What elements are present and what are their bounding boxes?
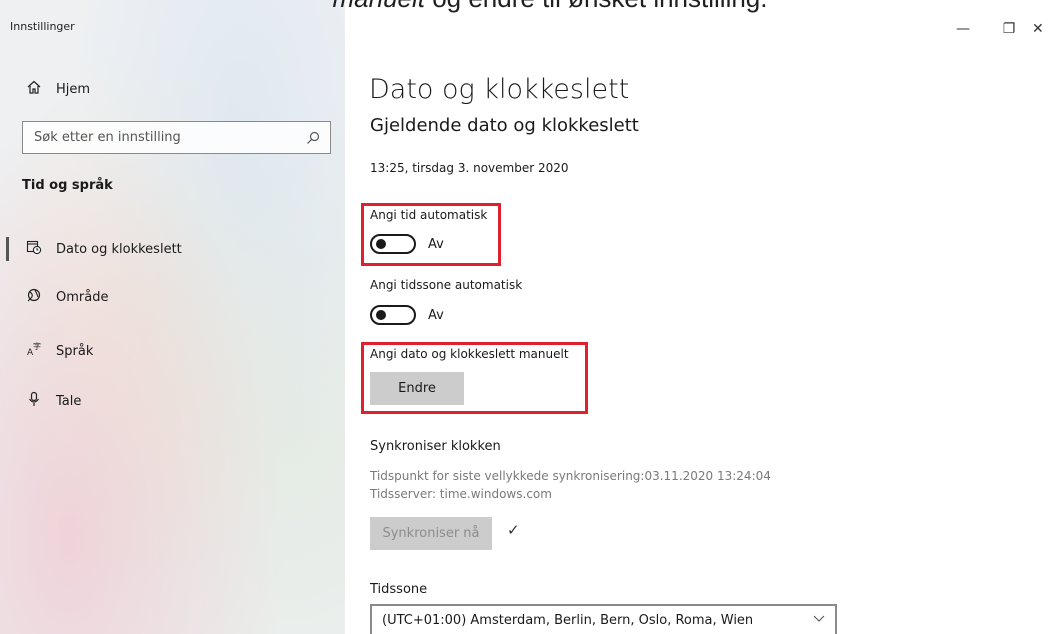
sidebar-item-date-time[interactable]: Dato og klokkeslett bbox=[0, 232, 345, 266]
sidebar-item-speech[interactable]: Tale bbox=[0, 384, 345, 418]
close-button[interactable]: ✕ bbox=[1032, 14, 1060, 44]
sidebar-item-label: Språk bbox=[56, 343, 94, 359]
sidebar-item-label: Dato og klokkeslett bbox=[56, 241, 182, 257]
auto-timezone-label: Angi tidssone automatisk bbox=[370, 278, 523, 292]
search-box[interactable] bbox=[22, 121, 331, 154]
globe-icon bbox=[24, 287, 44, 307]
manual-label: Angi dato og klokkeslett manuelt bbox=[370, 347, 569, 361]
sidebar-item-label: Tale bbox=[56, 393, 82, 409]
sidebar-item-region[interactable]: Område bbox=[0, 280, 345, 314]
sidebar-item-home[interactable]: Hjem bbox=[0, 72, 345, 106]
minimize-button[interactable]: — bbox=[940, 14, 986, 44]
timezone-value: (UTC+01:00) Amsterdam, Berlin, Bern, Osl… bbox=[382, 613, 754, 628]
checkmark-icon: ✓ bbox=[507, 521, 520, 539]
auto-timezone-state: Av bbox=[428, 308, 444, 323]
auto-time-label: Angi tid automatisk bbox=[370, 208, 488, 222]
section-heading: Tid og språk bbox=[22, 178, 113, 193]
app-title: Innstillinger bbox=[10, 20, 75, 33]
time-server-text: Tidsserver: time.windows.com bbox=[370, 487, 552, 501]
auto-time-state: Av bbox=[428, 237, 444, 252]
search-icon[interactable] bbox=[306, 130, 320, 144]
timezone-heading: Tidssone bbox=[370, 582, 428, 597]
sidebar-item-label: Område bbox=[56, 289, 109, 305]
language-icon: A字 bbox=[24, 341, 44, 361]
home-icon bbox=[24, 79, 44, 99]
active-indicator bbox=[6, 237, 9, 261]
toggle-knob bbox=[376, 239, 386, 249]
sidebar-item-label: Hjem bbox=[56, 81, 91, 97]
chevron-down-icon bbox=[813, 612, 825, 627]
sidebar-item-language[interactable]: A字 Språk bbox=[0, 334, 345, 368]
svg-text:字: 字 bbox=[33, 341, 41, 351]
banner-italic-text: manuelt bbox=[332, 0, 425, 13]
sidebar: Innstillinger Hjem Tid og språk Dato og … bbox=[0, 0, 345, 634]
window-controls: — ❐ ✕ bbox=[940, 14, 1060, 44]
restore-button[interactable]: ❐ bbox=[986, 14, 1032, 44]
toggle-knob bbox=[376, 310, 386, 320]
sync-heading: Synkroniser klokken bbox=[370, 439, 501, 454]
auto-time-toggle[interactable] bbox=[370, 234, 416, 254]
microphone-icon bbox=[24, 391, 44, 411]
instruction-banner: manuelt og endre til ønsket innstilling. bbox=[230, 0, 870, 17]
banner-text: og endre til ønsket innstilling. bbox=[425, 0, 767, 13]
auto-timezone-toggle[interactable] bbox=[370, 305, 416, 325]
page-title: Dato og klokkeslett bbox=[369, 74, 630, 105]
timezone-dropdown[interactable]: (UTC+01:00) Amsterdam, Berlin, Bern, Osl… bbox=[370, 604, 837, 634]
change-button[interactable]: Endre bbox=[370, 372, 464, 405]
calendar-clock-icon bbox=[24, 239, 44, 259]
last-sync-text: Tidspunkt for siste vellykkede synkronis… bbox=[370, 469, 771, 483]
sync-now-button[interactable]: Synkroniser nå bbox=[370, 517, 492, 550]
search-input[interactable] bbox=[23, 122, 293, 153]
section-subtitle: Gjeldende dato og klokkeslett bbox=[370, 115, 639, 136]
current-datetime: 13:25, tirsdag 3. november 2020 bbox=[370, 161, 569, 175]
